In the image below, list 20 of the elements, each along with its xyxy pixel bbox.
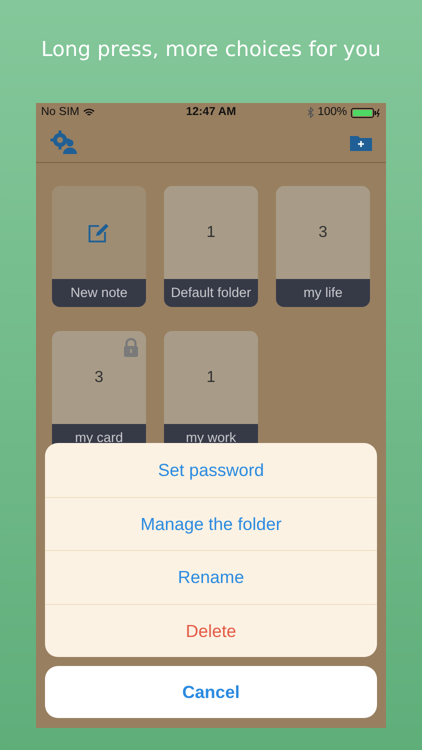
- folder-tile[interactable]: 3 my life: [276, 186, 370, 307]
- battery-icon: [350, 108, 381, 118]
- add-folder-icon[interactable]: [350, 134, 372, 150]
- folder-label: Default folder: [164, 279, 258, 307]
- wifi-icon: [83, 108, 96, 117]
- new-note-tile[interactable]: New note: [52, 186, 146, 307]
- carrier-label: No SIM: [41, 104, 80, 120]
- folder-tile[interactable]: 1 Default folder: [164, 186, 258, 307]
- headline: Long press, more choices for you: [40, 36, 382, 63]
- clock-time: 12:47 AM: [186, 104, 236, 120]
- bluetooth-icon: [306, 107, 314, 118]
- folder-label: New note: [52, 279, 146, 307]
- edit-icon: [88, 222, 110, 242]
- note-count: 1: [206, 222, 216, 242]
- folder-label: my life: [276, 279, 370, 307]
- battery-percent: 100%: [318, 104, 347, 120]
- note-count: 3: [318, 222, 328, 242]
- note-count: 3: [94, 368, 104, 388]
- note-count: 1: [206, 368, 216, 388]
- cancel-button[interactable]: Cancel: [45, 666, 377, 718]
